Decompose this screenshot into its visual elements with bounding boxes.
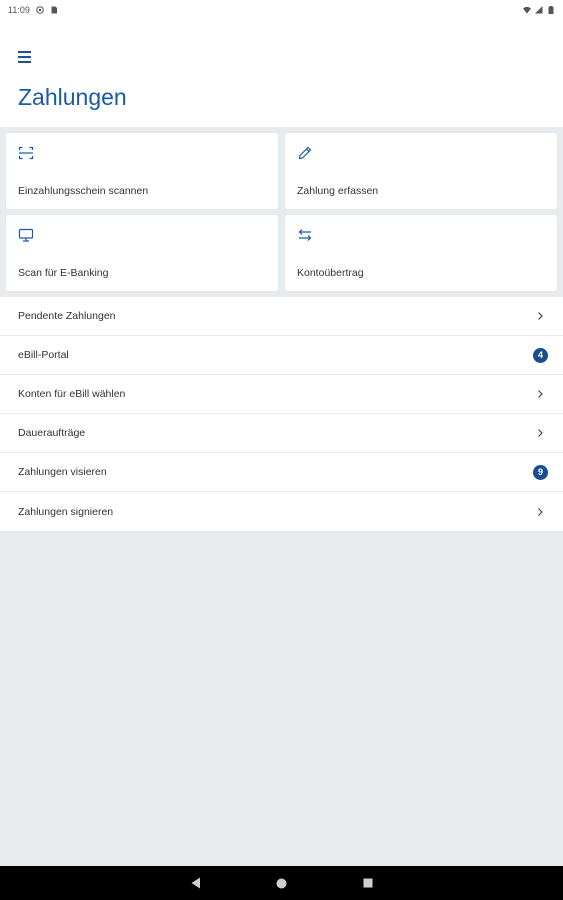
- status-right: [523, 6, 555, 14]
- chevron-right-icon: [538, 312, 543, 320]
- list-item-ebill-accounts[interactable]: Konten für eBill wählen: [0, 375, 563, 414]
- list-item-label: Zahlungen signieren: [18, 505, 114, 518]
- tile-scan-ebanking[interactable]: Scan für E-Banking: [6, 215, 278, 291]
- scan-icon: [18, 146, 34, 160]
- status-bar: 11:09: [0, 0, 563, 20]
- monitor-icon: [18, 228, 34, 242]
- back-icon[interactable]: [189, 876, 203, 890]
- hamburger-menu-icon[interactable]: [18, 50, 34, 64]
- list-item-label: Konten für eBill wählen: [18, 388, 126, 400]
- list-item-sign-payments[interactable]: Zahlungen signieren: [0, 492, 563, 531]
- list-item-label: Pendente Zahlungen: [18, 310, 116, 322]
- tile-label: Einzahlungsschein scannen: [18, 185, 149, 197]
- home-icon[interactable]: [275, 876, 289, 890]
- payments-list: Pendente Zahlungen eBill-Portal 4 Konten…: [0, 297, 563, 531]
- action-tiles: Einzahlungsschein scannen Zahlung erfass…: [6, 133, 557, 291]
- list-item-standing-orders[interactable]: Daueraufträge: [0, 414, 563, 453]
- recent-apps-icon[interactable]: [361, 876, 375, 890]
- count-badge: 4: [533, 347, 548, 363]
- tile-label: Scan für E-Banking: [18, 267, 109, 279]
- sim-card-icon: [51, 6, 57, 14]
- transfer-icon: [298, 229, 312, 241]
- chevron-right-icon: [538, 390, 543, 398]
- notification-icon: [36, 6, 44, 14]
- status-time: 11:09: [8, 5, 30, 15]
- system-navigation-bar: [0, 866, 563, 900]
- pencil-icon: [298, 146, 312, 160]
- tile-account-transfer[interactable]: Kontoübertrag: [285, 215, 557, 291]
- chevron-right-icon: [538, 429, 543, 437]
- count-badge: 9: [533, 464, 548, 480]
- app-header: Zahlungen: [0, 20, 563, 127]
- tile-scan-payment-slip[interactable]: Einzahlungsschein scannen: [6, 133, 278, 209]
- list-item-label: eBill-Portal: [18, 349, 69, 361]
- battery-icon: [548, 6, 554, 14]
- list-item-label: Daueraufträge: [18, 427, 86, 439]
- list-item-label: Zahlungen visieren: [18, 466, 107, 478]
- chevron-right-icon: [538, 507, 543, 516]
- page-title: Zahlungen: [18, 84, 127, 110]
- signal-icon: [535, 6, 543, 14]
- tile-label: Zahlung erfassen: [297, 185, 379, 197]
- tile-label: Kontoübertrag: [297, 267, 364, 279]
- status-left: 11:09: [8, 5, 58, 15]
- list-item-ebill-portal[interactable]: eBill-Portal 4: [0, 336, 563, 375]
- wifi-icon: [523, 6, 531, 14]
- list-item-pending-payments[interactable]: Pendente Zahlungen: [0, 297, 563, 336]
- tile-record-payment[interactable]: Zahlung erfassen: [285, 133, 557, 209]
- list-item-approve-payments[interactable]: Zahlungen visieren 9: [0, 453, 563, 492]
